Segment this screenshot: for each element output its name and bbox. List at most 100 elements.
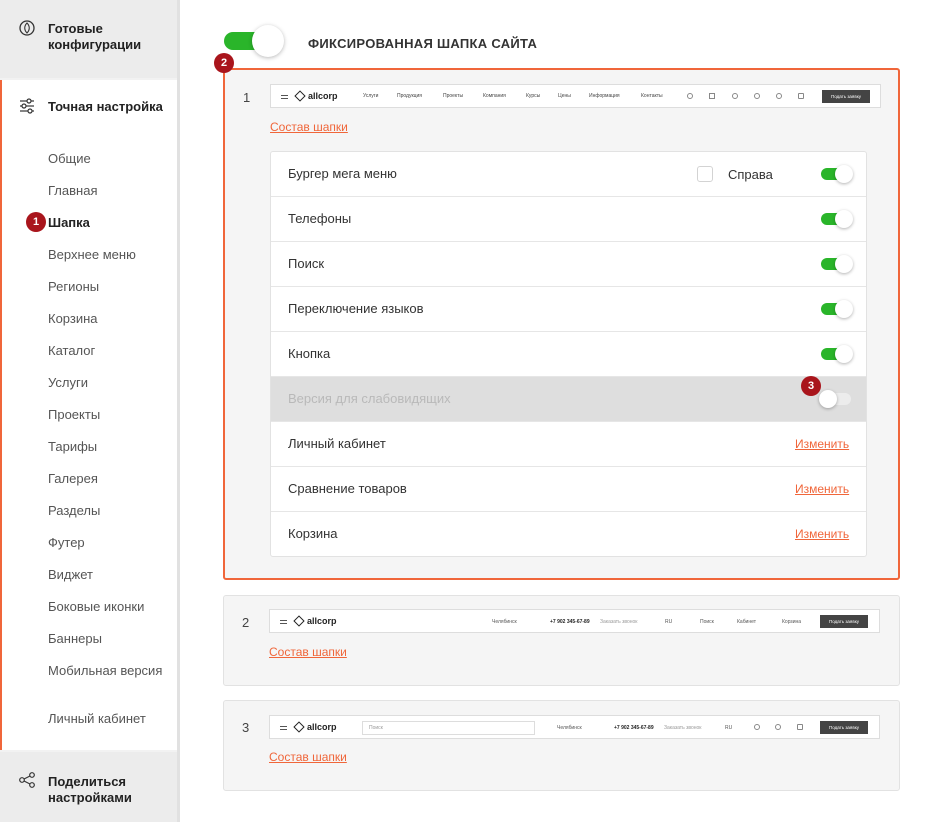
option-label: Сравнение товаров (288, 481, 407, 496)
low-vision-toggle[interactable] (819, 390, 851, 408)
option-languages: Переключение языков (271, 287, 866, 332)
sidebar-item-widget[interactable]: Виджет (48, 567, 173, 583)
option-button: Кнопка (271, 332, 866, 377)
sidebar-item-cabinet[interactable]: Личный кабинет (48, 711, 173, 727)
option-burger-menu: Бургер мега меню Справа (271, 152, 866, 197)
sidebar-section-label: Готовые конфигурации (48, 21, 142, 52)
option-label: Личный кабинет (288, 436, 386, 451)
burger-menu-toggle[interactable] (821, 165, 853, 183)
button-toggle[interactable] (821, 345, 853, 363)
variant-number: 3 (242, 720, 250, 735)
preview-city: Челябинск (492, 619, 517, 625)
change-compare-link[interactable]: Изменить (795, 482, 849, 496)
languages-toggle[interactable] (821, 300, 853, 318)
sidebar-item-gallery[interactable]: Галерея (48, 471, 173, 487)
search-icon (754, 93, 760, 99)
option-label: Телефоны (288, 211, 352, 226)
cart-icon (798, 93, 804, 99)
header-composition-link[interactable]: Состав шапки (270, 120, 348, 134)
option-cart: Корзина Изменить (271, 512, 866, 557)
option-label: Версия для слабовидящих (288, 391, 451, 406)
option-compare: Сравнение товаров Изменить (271, 467, 866, 512)
burger-icon (281, 95, 288, 99)
logo: allcorp (293, 615, 337, 627)
preview-callback: Заказать звонок (600, 619, 638, 625)
option-label: Бургер мега меню (288, 166, 397, 181)
preview-search: Поиск (700, 619, 714, 625)
search-toggle[interactable] (821, 255, 853, 273)
logo: allcorp (294, 90, 338, 102)
sidebar-item-regions[interactable]: Регионы (48, 279, 173, 295)
step-badge-1: 1 (26, 212, 46, 232)
preview-city: Челябинск (557, 725, 582, 731)
sidebar-section-label: Точная настройка (48, 99, 163, 114)
sidebar-item-main[interactable]: Главная (48, 183, 173, 199)
sidebar-section-ready-configs[interactable]: Готовые конфигурации (0, 0, 177, 78)
step-badge-2: 2 (214, 53, 234, 73)
change-cabinet-link[interactable]: Изменить (795, 437, 849, 451)
send-icon (709, 93, 715, 99)
sidebar-item-footer[interactable]: Футер (48, 535, 173, 551)
globe-icon (687, 93, 693, 99)
header-variant-3[interactable]: 3 allcorp Поиск Челябинск +7 902 345-67-… (223, 700, 900, 791)
step-badge-3: 3 (801, 376, 821, 396)
header-variant-2[interactable]: 2 allcorp Челябинск +7 902 345-67-89 Зак… (223, 595, 900, 686)
preview-callback: Заказать звонок (664, 725, 702, 731)
sidebar-item-tariffs[interactable]: Тарифы (48, 439, 173, 455)
header-preview-3[interactable]: allcorp Поиск Челябинск +7 902 345-67-89… (269, 715, 880, 739)
sidebar-item-header[interactable]: Шапка (48, 215, 173, 231)
header-options-list: Бургер мега меню Справа Телефоны Поиск П… (270, 151, 867, 557)
preview-cabinet: Кабинет (737, 619, 757, 625)
option-search: Поиск (271, 242, 866, 287)
cart-icon (797, 724, 803, 730)
preview-request-button: Подать заявку (820, 615, 868, 628)
header-preview-2[interactable]: allcorp Челябинск +7 902 345-67-89 Заказ… (269, 609, 880, 633)
burger-icon (280, 620, 287, 624)
header-preview-1[interactable]: allcorp Услуги Продукция Проекты Компани… (270, 84, 881, 108)
fixed-header-toggle[interactable] (224, 25, 284, 57)
sidebar-item-catalog[interactable]: Каталог (48, 343, 173, 359)
option-label: Поиск (288, 256, 325, 271)
config-circle-icon (19, 20, 35, 36)
sidebar-item-services[interactable]: Услуги (48, 375, 173, 391)
sidebar-scrollbar[interactable] (177, 0, 180, 822)
variant-number: 1 (243, 90, 251, 105)
option-label: Кнопка (288, 346, 331, 361)
phone-icon (732, 93, 738, 99)
preview-request-button: Подать заявку (820, 721, 868, 734)
user-icon (775, 724, 781, 730)
variant-number: 2 (242, 615, 250, 630)
sidebar-item-sections[interactable]: Разделы (48, 503, 173, 519)
search-icon (754, 724, 760, 730)
page-title: ФИКСИРОВАННАЯ ШАПКА САЙТА (308, 36, 538, 51)
preview-request-button: Подать заявку (822, 90, 870, 103)
sidebar-item-side-icons[interactable]: Боковые иконки (48, 599, 173, 615)
preview-search-field: Поиск (362, 721, 535, 735)
sidebar-section-share[interactable]: Поделиться настройками (0, 752, 177, 822)
checkbox-label: Справа (728, 167, 773, 182)
preview-lang: RU (665, 619, 673, 625)
right-checkbox[interactable] (697, 166, 713, 182)
option-label: Корзина (288, 526, 338, 541)
sidebar-item-top-menu[interactable]: Верхнее меню (48, 247, 173, 263)
preview-phone: +7 902 345-67-89 (614, 725, 654, 731)
header-composition-link[interactable]: Состав шапки (269, 645, 347, 659)
preview-cart: Корзина (782, 619, 802, 625)
sidebar-item-mobile[interactable]: Мобильная версия (48, 663, 173, 679)
burger-icon (280, 726, 287, 730)
user-icon (776, 93, 782, 99)
phones-toggle[interactable] (821, 210, 853, 228)
header-composition-link[interactable]: Состав шапки (269, 750, 347, 764)
settings-sidebar: Готовые конфигурации Точная настройка Об… (0, 0, 180, 822)
preview-lang: RU (725, 725, 733, 731)
option-cabinet: Личный кабинет Изменить (271, 422, 866, 467)
share-icon (19, 772, 35, 788)
option-phones: Телефоны (271, 197, 866, 242)
sidebar-item-general[interactable]: Общие (48, 151, 173, 167)
option-label: Переключение языков (288, 301, 424, 316)
header-variant-1[interactable]: 1 allcorp Услуги Продукция Проекты Компа… (223, 68, 900, 580)
sidebar-item-banners[interactable]: Баннеры (48, 631, 173, 647)
sidebar-item-projects[interactable]: Проекты (48, 407, 173, 423)
sidebar-item-cart[interactable]: Корзина (48, 311, 173, 327)
change-cart-link[interactable]: Изменить (795, 527, 849, 541)
